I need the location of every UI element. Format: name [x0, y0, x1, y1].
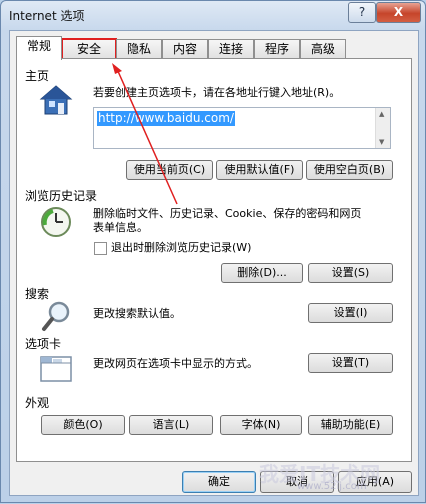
home-instruction: 若要创建主页选项卡，请在各地址行键入地址(R)。 [93, 86, 341, 99]
use-blank-button[interactable]: 使用空白页(B) [306, 160, 393, 180]
home-url-input[interactable]: http://www.baidu.com/ ▲ ▼ [93, 107, 391, 149]
close-button[interactable]: X [376, 2, 421, 23]
ok-button[interactable]: 确定 [182, 471, 256, 493]
use-default-button[interactable]: 使用默认值(F) [216, 160, 303, 180]
tab-general[interactable]: 常规 [16, 36, 62, 60]
delete-on-exit-label: 退出时删除浏览历史记录(W) [111, 241, 252, 254]
history-section-label: 浏览历史记录 [25, 189, 98, 203]
history-settings-button[interactable]: 设置(S) [308, 263, 393, 283]
delete-history-button[interactable]: 删除(D)... [221, 263, 303, 283]
tab-strip: 常规 安全 隐私 内容 连接 程序 高级 [10, 35, 418, 60]
history-text-line2: 表单信息。 [93, 221, 148, 234]
search-settings-button[interactable]: 设置(I) [308, 303, 393, 323]
fonts-button[interactable]: 字体(N) [220, 415, 302, 435]
home-url-value: http://www.baidu.com/ [97, 111, 235, 126]
general-tab-panel: 主页 若要创建主页选项卡，请在各地址行键入地址(R)。 http://www.b… [16, 58, 412, 462]
appearance-section-label: 外观 [25, 396, 50, 410]
use-current-button[interactable]: 使用当前页(C) [126, 160, 213, 180]
tabs-section-label: 选项卡 [25, 337, 62, 351]
home-section-label: 主页 [25, 69, 50, 83]
tab-content[interactable]: 内容 [162, 39, 208, 59]
tab-security[interactable]: 安全 [61, 38, 117, 60]
clock-icon [39, 205, 73, 239]
tabs-settings-button[interactable]: 设置(T) [308, 353, 393, 373]
house-icon [39, 83, 73, 117]
tab-advanced[interactable]: 高级 [300, 39, 346, 59]
magnifier-icon [39, 299, 73, 333]
tab-programs[interactable]: 程序 [254, 39, 300, 59]
accessibility-button[interactable]: 辅助功能(E) [308, 415, 393, 435]
tab-window-icon [39, 351, 73, 385]
dialog-client-area: 常规 安全 隐私 内容 连接 程序 高级 主页 若要创建主页选项卡，请在各地址行… [9, 30, 419, 496]
url-scrollbar[interactable]: ▲ ▼ [375, 108, 390, 148]
title-bar[interactable]: Internet 选项 ? X [1, 1, 425, 29]
window-title: Internet 选项 [9, 9, 85, 23]
languages-button[interactable]: 语言(L) [129, 415, 213, 435]
history-text-line1: 删除临时文件、历史记录、Cookie、保存的密码和网页 [93, 207, 362, 220]
help-button[interactable]: ? [348, 2, 376, 23]
search-text: 更改搜索默认值。 [93, 307, 181, 320]
tab-privacy[interactable]: 隐私 [116, 39, 162, 59]
internet-options-window: Internet 选项 ? X 常规 安全 隐私 内容 连接 程序 高级 主页 [0, 0, 426, 503]
delete-on-exit-checkbox[interactable] [94, 242, 107, 255]
watermark-url: www.52ij.com [297, 481, 367, 492]
tab-connections[interactable]: 连接 [208, 39, 254, 59]
scroll-up-icon[interactable]: ▲ [379, 110, 384, 118]
tabs-text: 更改网页在选项卡中显示的方式。 [93, 357, 258, 370]
colors-button[interactable]: 颜色(O) [41, 415, 125, 435]
scroll-down-icon[interactable]: ▼ [379, 138, 384, 146]
